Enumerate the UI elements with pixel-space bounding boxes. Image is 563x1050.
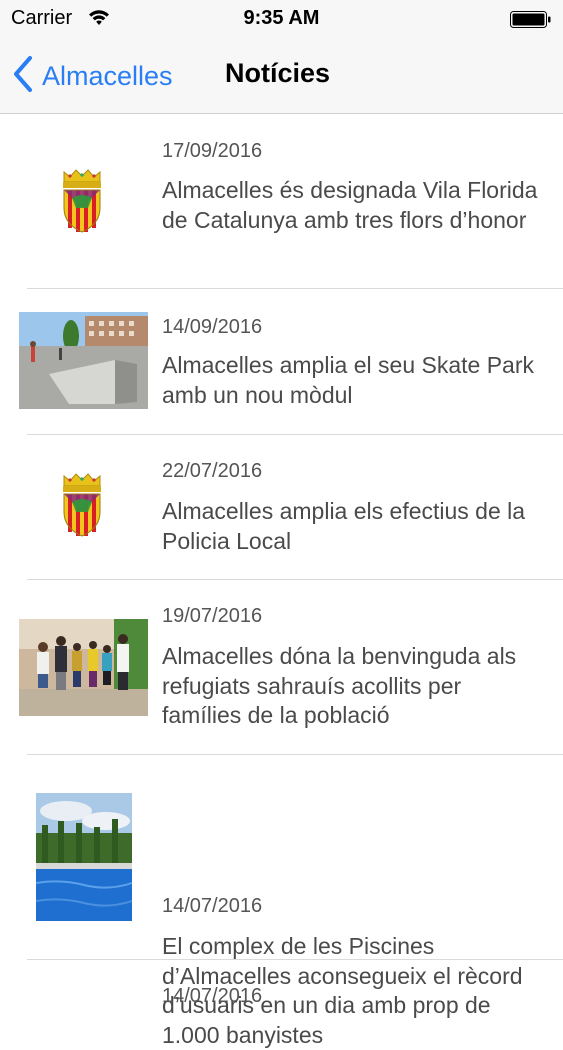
news-title: Almacelles dóna la benvinguda als refugi… [162,643,517,728]
group-photo [19,619,148,716]
navigation-bar: Almacelles Notícies [0,38,563,114]
news-date: 14/07/2016 [162,895,263,917]
status-time: 9:35 AM [243,7,320,29]
news-date: 22/07/2016 [162,460,263,482]
news-date: 17/09/2016 [162,140,263,162]
news-row[interactable]: 17/09/2016 Almacelles és designada Vila … [0,114,563,289]
status-bar: Carrier 9:35 AM [0,0,563,38]
back-button-label: Almacelles [42,60,173,91]
news-title: Almacelles és designada Vila Florida de … [162,177,538,233]
coat-of-arms-icon [58,168,106,234]
battery-icon [510,11,551,28]
news-date: 14/07/2016 [162,985,263,1007]
skate-park-photo [19,312,148,409]
news-row[interactable]: 22/07/2016 Almacelles amplia els efectiu… [0,435,563,580]
coat-of-arms-icon [58,472,106,538]
news-row[interactable]: 19/07/2016 Almacelles dóna la benvinguda… [0,580,563,755]
news-row[interactable]: 14/07/2016 El complex de les Piscines d’… [0,755,563,1048]
back-button[interactable]: Almacelles [12,55,173,98]
news-title: Almacelles amplia el seu Skate Park amb … [162,352,534,408]
news-date: 19/07/2016 [162,605,263,627]
page-title: Notícies [225,58,331,88]
pool-photo [36,793,132,921]
news-row[interactable]: 14/07/2016 [0,960,563,1020]
news-row[interactable]: 14/09/2016 Almacelles amplia el seu Skat… [0,289,563,435]
news-title: Almacelles amplia els efectius de la Pol… [162,498,526,554]
news-date: 14/09/2016 [162,316,263,338]
chevron-left-icon [12,55,34,98]
